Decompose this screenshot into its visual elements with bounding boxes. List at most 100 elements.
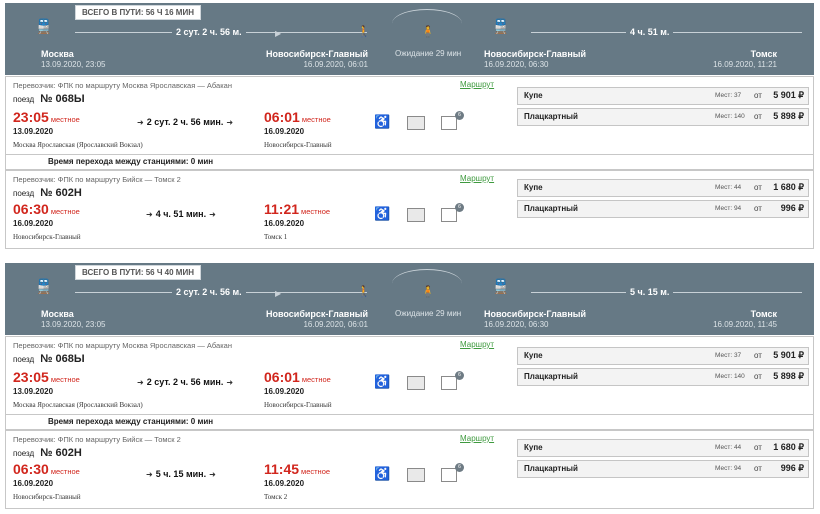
route-link[interactable]: Маршрут	[460, 434, 494, 443]
destination-station: Томск	[750, 49, 777, 59]
wait-time: Ожидание 29 мин	[395, 309, 462, 318]
price-from-label: от	[754, 183, 762, 192]
train-icon: 🚆	[492, 278, 510, 294]
train-number: поезд № 068Ы	[13, 93, 85, 105]
departure-time: 06:30 местное	[13, 461, 80, 477]
departure-station: Москва Ярославская (Ярославский Вокзал)	[13, 401, 143, 409]
seat-class-name: Плацкартный	[524, 464, 578, 473]
price-from-label: от	[754, 351, 762, 360]
route-link[interactable]: Маршрут	[460, 80, 494, 89]
arrival-date: 16.09.2020	[264, 219, 305, 228]
route-link[interactable]: Маршрут	[460, 340, 494, 349]
segment-duration: 2 сут. 2 ч. 56 м.	[172, 27, 246, 37]
wheelchair-icon: ♿	[374, 466, 391, 481]
origin-datetime: 13.09.2020, 23:05	[41, 60, 106, 69]
departure-station: Новосибирск-Главный	[13, 493, 81, 501]
seat-class-option[interactable]: Плацкартный Мест: 94 от 996 ₽	[517, 200, 809, 218]
waiting-person-icon: 🧍	[421, 286, 435, 298]
travel-time: ➜ 4 ч. 51 мин. ➜	[146, 209, 216, 219]
destination-datetime: 16.09.2020, 11:45	[713, 320, 777, 329]
train-number: поезд № 068Ы	[13, 353, 85, 365]
departure-date: 16.09.2020	[13, 219, 54, 228]
seat-class-option[interactable]: Купе Мест: 44 от 1 680 ₽	[517, 439, 809, 457]
travel-time: ➜ 2 сут. 2 ч. 56 мин. ➜	[137, 117, 234, 127]
carrier-info: Перевозчик: ФПК по маршруту Бийск — Томс…	[13, 435, 181, 444]
bus-transfer-icon	[441, 116, 457, 130]
arrival-time: 06:01 местное	[264, 369, 331, 385]
waiting-person-icon: 🧍	[421, 26, 435, 38]
segment-duration: 4 ч. 51 м.	[626, 27, 674, 37]
destination-station: Томск	[750, 309, 777, 319]
travel-time: ➜ 5 ч. 15 мин. ➜	[146, 469, 216, 479]
carrier-info: Перевозчик: ФПК по маршруту Бийск — Томс…	[13, 175, 181, 184]
seat-class-option[interactable]: Купе Мест: 37 от 5 901 ₽	[517, 347, 809, 365]
arrival-time: 11:45 местное	[264, 461, 331, 477]
seats-available: Мест: 44	[715, 444, 742, 451]
seats-available: Мест: 37	[715, 92, 742, 99]
route-link[interactable]: Маршрут	[460, 174, 494, 183]
transfer-time: Время перехода между станциями: 0 мин	[5, 414, 814, 430]
train-segment: Перевозчик: ФПК по маршруту Бийск — Томс…	[5, 170, 814, 249]
arrival-station: Новосибирск-Главный	[264, 141, 332, 149]
seat-price: 1 680 ₽	[773, 442, 804, 452]
seat-price: 996 ₽	[780, 203, 804, 213]
seat-class-option[interactable]: Плацкартный Мест: 140 от 5 898 ₽	[517, 108, 809, 126]
seats-available: Мест: 44	[715, 184, 742, 191]
train-icon: 🚆	[492, 18, 510, 34]
seat-class-name: Плацкартный	[524, 372, 578, 381]
departure-date: 13.09.2020	[13, 387, 54, 396]
count-badge: 6	[455, 203, 464, 212]
seat-price: 5 898 ₽	[773, 111, 804, 121]
arrival-date: 16.09.2020	[264, 479, 305, 488]
arrow-right-icon: ▶	[275, 289, 282, 298]
luggage-icon	[407, 116, 425, 130]
luggage-icon	[407, 208, 425, 222]
train-segment: Перевозчик: ФПК по маршруту Москва Яросл…	[5, 76, 814, 155]
arrival-time: 11:21 местное	[264, 201, 331, 217]
wait-time: Ожидание 29 мин	[395, 49, 462, 58]
wheelchair-icon: ♿	[374, 374, 391, 389]
departure-date: 13.09.2020	[13, 127, 54, 136]
seat-class-option[interactable]: Плацкартный Мест: 94 от 996 ₽	[517, 460, 809, 478]
price-from-label: от	[754, 204, 762, 213]
bus-transfer-icon	[441, 376, 457, 390]
carrier-info: Перевозчик: ФПК по маршруту Москва Яросл…	[13, 81, 232, 90]
transfer-arrival-station: Новосибирск-Главный	[266, 309, 368, 319]
count-badge: 6	[455, 111, 464, 120]
route-header: 🚆 ВСЕГО В ПУТИ: 56 Ч 16 МИН 2 сут. 2 ч. …	[5, 3, 814, 75]
bus-transfer-icon	[441, 208, 457, 222]
arrival-date: 16.09.2020	[264, 387, 305, 396]
seat-class-option[interactable]: Купе Мест: 37 от 5 901 ₽	[517, 87, 809, 105]
transfer-departure-station: Новосибирск-Главный	[484, 49, 586, 59]
seat-price: 5 898 ₽	[773, 371, 804, 381]
transfer-arrival-datetime: 16.09.2020, 06:01	[303, 60, 368, 69]
seat-class-option[interactable]: Плацкартный Мест: 140 от 5 898 ₽	[517, 368, 809, 386]
seat-class-option[interactable]: Купе Мест: 44 от 1 680 ₽	[517, 179, 809, 197]
carrier-info: Перевозчик: ФПК по маршруту Москва Яросл…	[13, 341, 232, 350]
seats-available: Мест: 140	[715, 113, 745, 120]
price-from-label: от	[754, 464, 762, 473]
origin-station: Москва	[41, 49, 74, 59]
seat-class-name: Купе	[524, 183, 543, 192]
train-number: поезд № 602Н	[13, 447, 82, 459]
travel-time: ➜ 2 сут. 2 ч. 56 мин. ➜	[137, 377, 234, 387]
total-travel-time: ВСЕГО В ПУТИ: 56 Ч 40 МИН	[75, 265, 201, 280]
transfer-departure-station: Новосибирск-Главный	[484, 309, 586, 319]
luggage-icon	[407, 468, 425, 482]
seats-available: Мест: 140	[715, 373, 745, 380]
walking-person-icon: 🚶	[357, 286, 371, 298]
train-icon: 🚆	[35, 278, 53, 294]
segment-duration: 5 ч. 15 м.	[626, 287, 674, 297]
seat-price: 996 ₽	[780, 463, 804, 473]
arrival-time: 06:01 местное	[264, 109, 331, 125]
seat-class-name: Купе	[524, 91, 543, 100]
seat-price: 1 680 ₽	[773, 182, 804, 192]
departure-station: Москва Ярославская (Ярославский Вокзал)	[13, 141, 143, 149]
price-from-label: от	[754, 112, 762, 121]
count-badge: 6	[455, 463, 464, 472]
seat-price: 5 901 ₽	[773, 90, 804, 100]
seat-class-name: Купе	[524, 443, 543, 452]
transfer-departure-datetime: 16.09.2020, 06:30	[484, 320, 549, 329]
seats-available: Мест: 37	[715, 352, 742, 359]
departure-time: 06:30 местное	[13, 201, 80, 217]
